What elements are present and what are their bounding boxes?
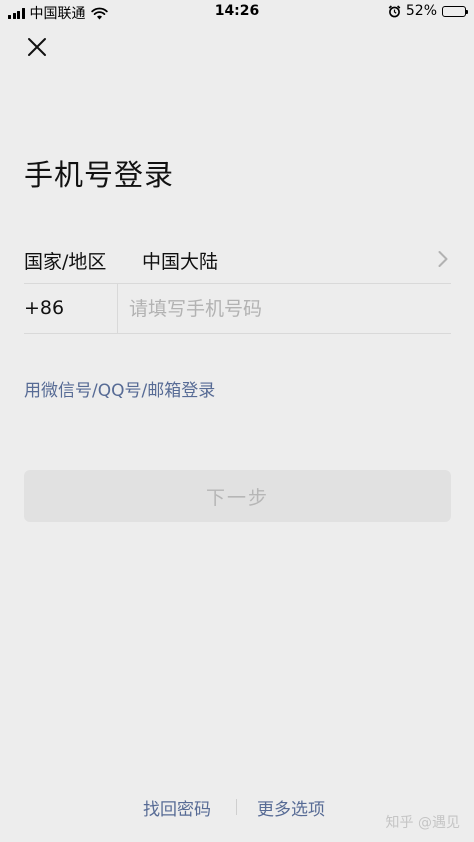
find-password-link[interactable]: 找回密码 [143,795,211,820]
status-right: 52% [388,3,468,19]
battery-percent: 52% [405,3,437,19]
watermark: 知乎 @遇见 [385,815,460,831]
footer-divider [236,799,237,815]
more-options-link[interactable]: 更多选项 [257,795,325,820]
phone-row: +86 [24,284,451,334]
alarm-icon [388,4,401,17]
alt-login-link[interactable]: 用微信号/QQ号/邮箱登录 [24,376,215,401]
next-button[interactable]: 下一步 [24,470,451,522]
region-label: 国家/地区 [24,251,107,273]
country-code[interactable]: +86 [24,297,64,319]
page-title: 手机号登录 [24,158,175,192]
region-value: 中国大陆 [142,251,219,273]
region-selector[interactable]: 国家/地区 中国大陆 [24,234,451,284]
phone-input[interactable] [129,292,449,326]
chevron-right-icon [438,251,448,267]
close-icon [28,38,46,56]
battery-icon [442,5,468,17]
phone-divider [117,284,118,334]
close-button[interactable] [24,34,50,60]
status-bar: 中国联通 14:26 52% [0,0,474,24]
